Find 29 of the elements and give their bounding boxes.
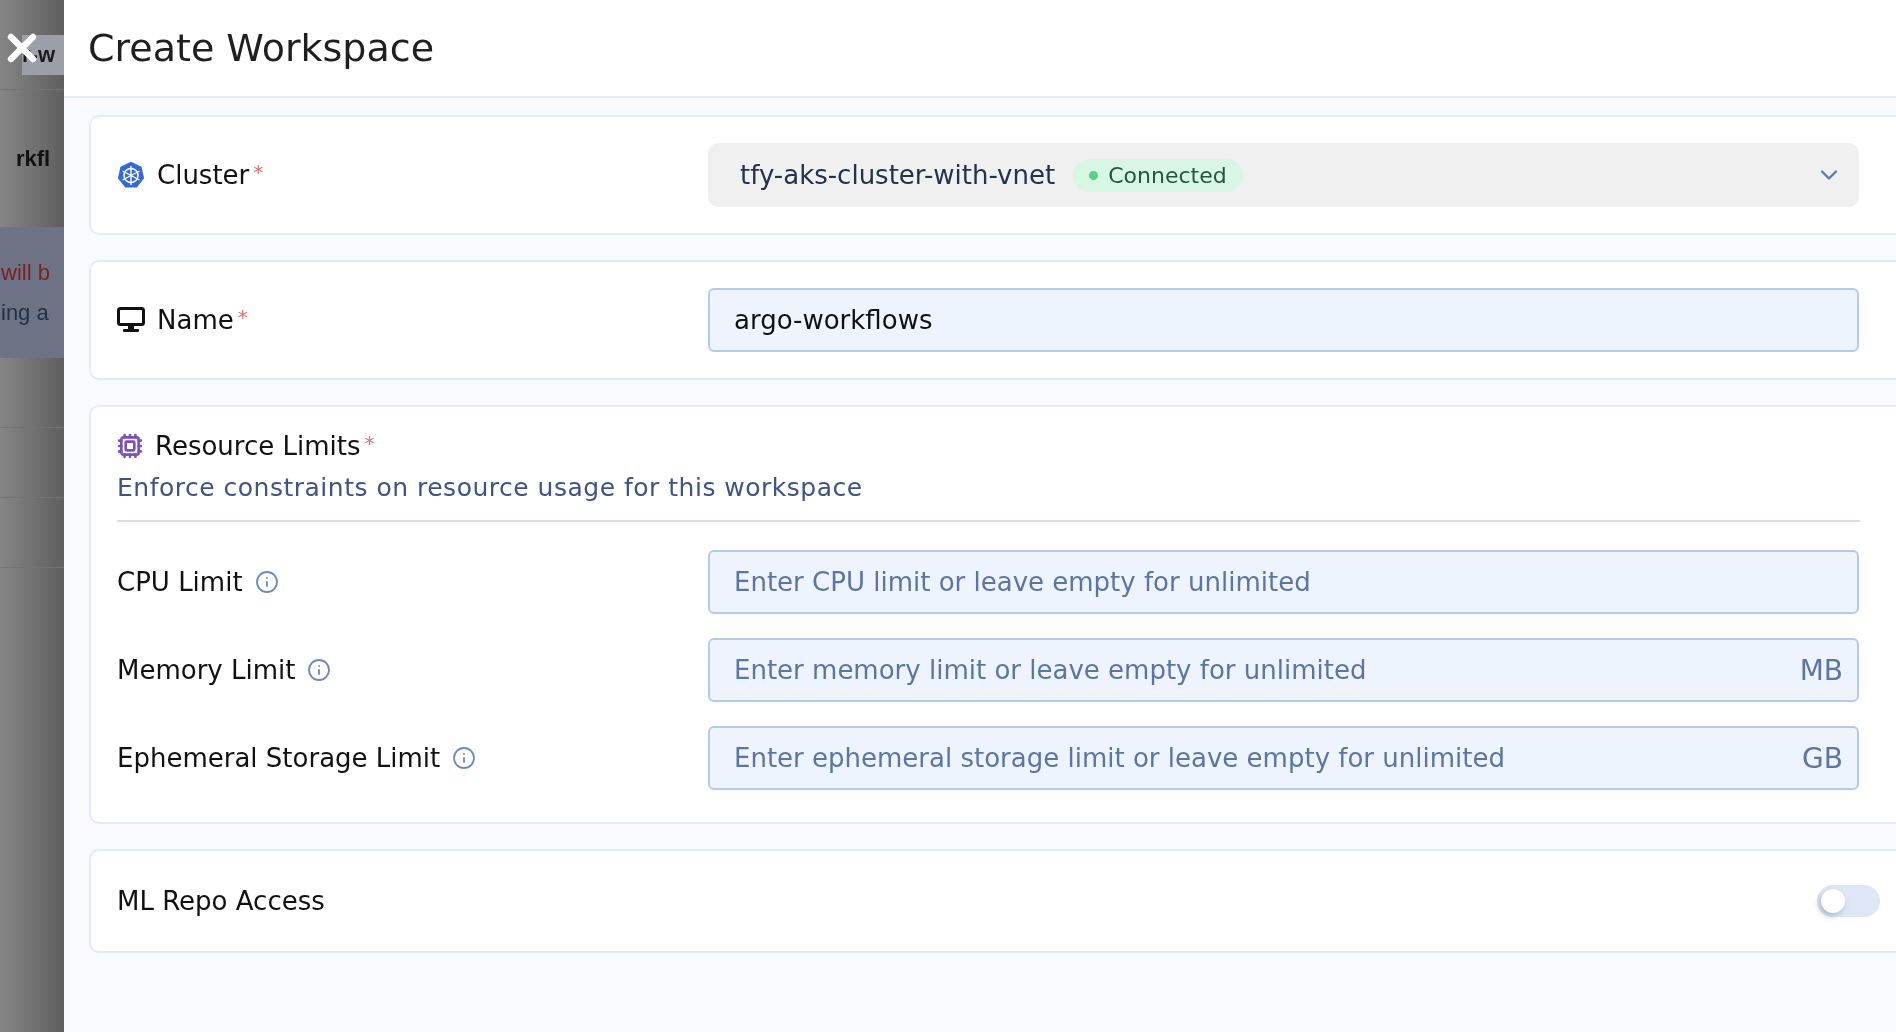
required-mark: * bbox=[253, 160, 264, 184]
select-value: tfy-aks-cluster-with-vnet bbox=[740, 160, 1056, 190]
limit-input[interactable]: Enter CPU limit or leave empty for unlimited bbox=[708, 550, 1859, 614]
panel-title: Create Workspace bbox=[88, 26, 435, 70]
chip-icon bbox=[117, 433, 143, 459]
section-description: Enforce constraints on resource usage for this workspace bbox=[117, 473, 864, 502]
background-text: rkfl bbox=[16, 144, 52, 173]
field-label: Cluster bbox=[157, 160, 250, 190]
field-label: Name bbox=[157, 305, 234, 335]
background-text: ing a bbox=[1, 298, 50, 327]
wheel-icon bbox=[117, 161, 145, 189]
unit-label: MB bbox=[1799, 653, 1843, 687]
section-title: Resource Limits bbox=[155, 431, 361, 461]
field-label: Memory Limit bbox=[117, 655, 296, 685]
required-mark: * bbox=[364, 431, 375, 455]
info-icon[interactable] bbox=[307, 658, 332, 682]
toggle-switch[interactable] bbox=[1817, 885, 1880, 917]
field-label: Ephemeral Storage Limit bbox=[117, 743, 441, 773]
cluster-select[interactable]: tfy-aks-cluster-with-vnet Connected bbox=[708, 143, 1859, 207]
info-icon[interactable] bbox=[452, 746, 477, 770]
required-mark: * bbox=[237, 305, 248, 329]
info-icon[interactable] bbox=[254, 570, 279, 594]
field-label: CPU Limit bbox=[117, 567, 243, 597]
field-label: ML Repo Access bbox=[117, 886, 325, 916]
monitor-icon bbox=[117, 307, 145, 333]
name-input[interactable]: argo-workflows bbox=[708, 288, 1859, 352]
status-badge: Connected bbox=[1073, 158, 1243, 192]
background-text: will b bbox=[1, 258, 51, 287]
unit-label: GB bbox=[1802, 741, 1843, 775]
